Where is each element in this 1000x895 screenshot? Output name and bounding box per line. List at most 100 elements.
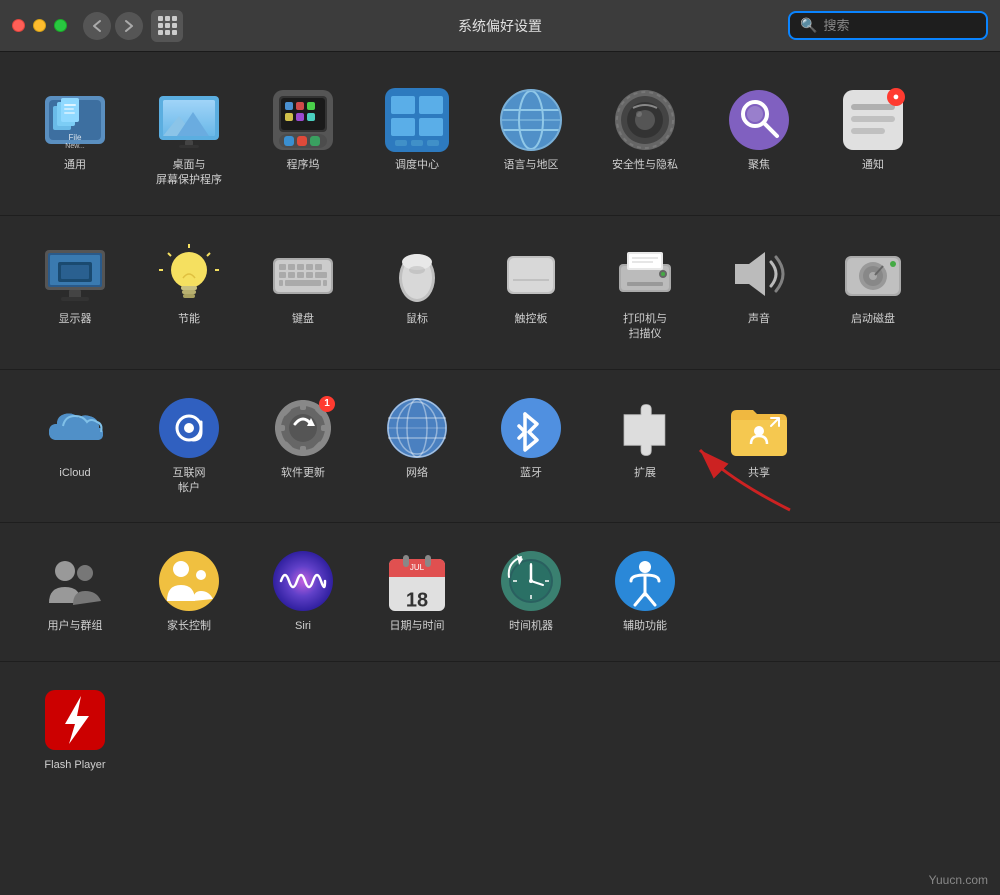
icon-grid-other: Flash Player <box>20 678 980 783</box>
item-mission[interactable]: 调度中心 <box>362 78 472 183</box>
icon-grid-system: 用户与群组 家长控制 <box>20 539 980 644</box>
label-update: 软件更新 <box>281 466 325 481</box>
item-keyboard[interactable]: 键盘 <box>248 232 358 337</box>
section-hardware: 显示器 <box>0 216 1000 370</box>
icon-flash <box>43 688 107 752</box>
item-printer[interactable]: 打印机与扫描仪 <box>590 232 700 353</box>
icon-grid-hardware: 显示器 <box>20 232 980 353</box>
icon-internet-accounts <box>157 396 221 460</box>
label-energy: 节能 <box>178 312 200 327</box>
icon-desktop <box>157 88 221 152</box>
item-security[interactable]: 安全性与隐私 <box>590 78 700 183</box>
item-sharing[interactable]: 共享 <box>704 386 814 491</box>
item-icloud[interactable]: iCloud <box>20 386 130 491</box>
item-energy[interactable]: 节能 <box>134 232 244 337</box>
section-internet: iCloud 互联网帐户 <box>0 370 1000 524</box>
back-button[interactable] <box>83 12 111 40</box>
svg-text:New...: New... <box>65 143 85 150</box>
icon-notification: ● <box>841 88 905 152</box>
svg-text:File: File <box>69 133 82 142</box>
label-timemachine: 时间机器 <box>509 619 553 634</box>
label-internet-accounts: 互联网帐户 <box>173 466 206 497</box>
icon-grid-internet: iCloud 互联网帐户 <box>20 386 980 507</box>
forward-button[interactable] <box>115 12 143 40</box>
item-network[interactable]: 网络 <box>362 386 472 491</box>
icon-keyboard <box>271 242 335 306</box>
icon-energy <box>157 242 221 306</box>
item-timemachine[interactable]: 时间机器 <box>476 539 586 644</box>
svg-text:JUL: JUL <box>410 563 425 572</box>
item-notification[interactable]: ● 通知 <box>818 78 928 183</box>
icon-parental <box>157 549 221 613</box>
icon-extensions <box>613 396 677 460</box>
label-icloud: iCloud <box>59 466 90 481</box>
icon-trackpad <box>499 242 563 306</box>
icon-users <box>43 549 107 613</box>
icon-icloud <box>43 396 107 460</box>
item-internet-accounts[interactable]: 互联网帐户 <box>134 386 244 507</box>
item-siri[interactable]: Siri <box>248 539 358 644</box>
close-button[interactable] <box>12 19 25 32</box>
item-sound[interactable]: 声音 <box>704 232 814 337</box>
section-system: 用户与群组 家长控制 <box>0 523 1000 661</box>
icon-grid-personal: File New... 通用 <box>20 78 980 199</box>
item-spotlight[interactable]: 聚焦 <box>704 78 814 183</box>
label-keyboard: 键盘 <box>292 312 314 327</box>
item-dock[interactable]: 程序坞 <box>248 78 358 183</box>
icon-mission <box>385 88 449 152</box>
main-content: File New... 通用 <box>0 52 1000 895</box>
update-badge: 1 <box>319 396 335 412</box>
search-icon: 🔍 <box>800 17 817 34</box>
icon-bluetooth <box>499 396 563 460</box>
icon-timemachine <box>499 549 563 613</box>
item-update[interactable]: 1 软件更新 <box>248 386 358 491</box>
icon-display <box>43 242 107 306</box>
item-display[interactable]: 显示器 <box>20 232 130 337</box>
search-input[interactable] <box>823 18 976 33</box>
item-tongyong[interactable]: File New... 通用 <box>20 78 130 183</box>
item-trackpad[interactable]: 触控板 <box>476 232 586 337</box>
label-extensions: 扩展 <box>634 466 656 481</box>
label-trackpad: 触控板 <box>515 312 548 327</box>
label-users: 用户与群组 <box>48 619 103 634</box>
item-flash[interactable]: Flash Player <box>20 678 130 783</box>
titlebar: 系统偏好设置 🔍 <box>0 0 1000 52</box>
item-accessibility[interactable]: 辅助功能 <box>590 539 700 644</box>
notification-badge: ● <box>887 88 905 106</box>
label-bluetooth: 蓝牙 <box>520 466 542 481</box>
label-datetime: 日期与时间 <box>390 619 445 634</box>
nav-buttons <box>83 12 143 40</box>
item-desktop[interactable]: 桌面与屏幕保护程序 <box>134 78 244 199</box>
icon-spotlight <box>727 88 791 152</box>
label-desktop: 桌面与屏幕保护程序 <box>156 158 222 189</box>
window-title: 系统偏好设置 <box>458 16 542 36</box>
item-extensions[interactable]: 扩展 <box>590 386 700 491</box>
item-users[interactable]: 用户与群组 <box>20 539 130 644</box>
svg-text:18: 18 <box>406 590 428 612</box>
label-sound: 声音 <box>748 312 770 327</box>
grid-view-button[interactable] <box>151 10 183 42</box>
item-startup[interactable]: 启动磁盘 <box>818 232 928 337</box>
label-tongyong: 通用 <box>64 158 86 173</box>
label-dock: 程序坞 <box>287 158 320 173</box>
icon-mouse <box>385 242 449 306</box>
label-printer: 打印机与扫描仪 <box>623 312 667 343</box>
item-mouse[interactable]: 鼠标 <box>362 232 472 337</box>
icon-language <box>499 88 563 152</box>
label-flash: Flash Player <box>44 758 105 773</box>
item-datetime[interactable]: 18 JUL 日期与时间 <box>362 539 472 644</box>
search-box[interactable]: 🔍 <box>788 11 988 40</box>
item-parental[interactable]: 家长控制 <box>134 539 244 644</box>
traffic-lights <box>12 19 67 32</box>
icon-sound <box>727 242 791 306</box>
maximize-button[interactable] <box>54 19 67 32</box>
icon-startup <box>841 242 905 306</box>
item-bluetooth[interactable]: 蓝牙 <box>476 386 586 491</box>
minimize-button[interactable] <box>33 19 46 32</box>
label-siri: Siri <box>295 619 311 634</box>
section-personal: File New... 通用 <box>0 62 1000 216</box>
icon-dock <box>271 88 335 152</box>
label-notification: 通知 <box>862 158 884 173</box>
item-language[interactable]: 语言与地区 <box>476 78 586 183</box>
icon-tongyong: File New... <box>43 88 107 152</box>
